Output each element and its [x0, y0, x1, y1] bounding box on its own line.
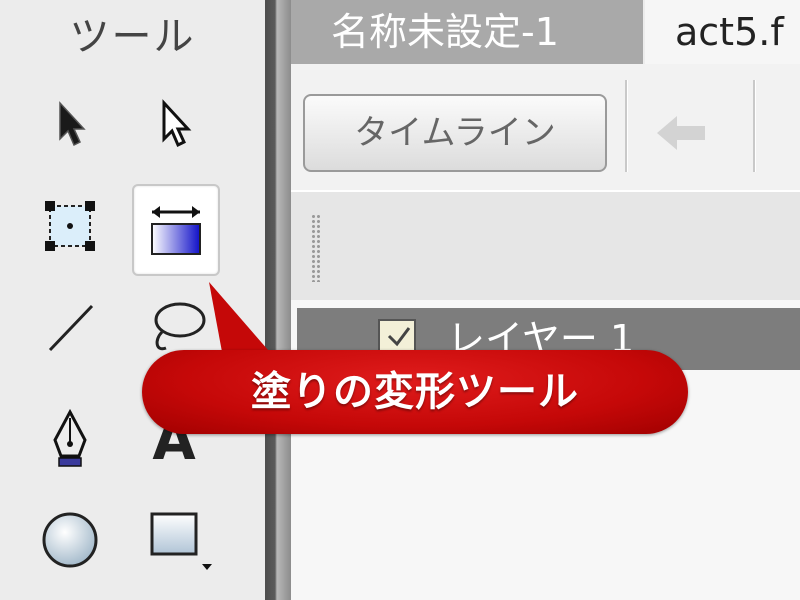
layer-list: レイヤー 1: [291, 300, 800, 600]
tool-callout: 塗りの変形ツール: [142, 350, 688, 434]
line-tool[interactable]: [34, 292, 106, 364]
callout-text: 塗りの変形ツール: [251, 369, 579, 415]
tools-panel-title: ツール: [69, 14, 196, 60]
selection-tool[interactable]: [34, 88, 106, 160]
document-tab-bar: 名称未設定-1 act5.f: [291, 0, 800, 64]
back-arrow-icon: [657, 116, 705, 150]
timeline-button[interactable]: タイムライン: [303, 94, 607, 172]
pen-icon: [53, 408, 87, 467]
subselection-arrow-icon: [162, 99, 192, 148]
edit-bar: タイムライン: [291, 64, 800, 190]
document-tab-act5[interactable]: act5.f: [645, 0, 800, 64]
back-button[interactable]: [651, 108, 711, 158]
line-icon: [48, 304, 94, 352]
timeline-grip-handle[interactable]: [311, 214, 321, 282]
document-area: 名称未設定-1 act5.f タイムライン レイヤー 1: [291, 0, 800, 600]
toolbar-divider: [625, 80, 628, 172]
selection-arrow-icon: [59, 101, 86, 147]
rectangle-tool[interactable]: [140, 504, 212, 576]
rectangle-tool-dropdown-icon[interactable]: [202, 564, 212, 570]
fill-transform-icon: [151, 206, 201, 255]
free-transform-tool[interactable]: [34, 190, 106, 262]
pen-tool[interactable]: [34, 404, 106, 476]
toolbar-divider: [753, 80, 756, 172]
document-tab-untitled[interactable]: 名称未設定-1: [291, 0, 643, 64]
oval-tool[interactable]: [34, 504, 106, 576]
subselection-tool[interactable]: [138, 88, 210, 160]
free-transform-icon: [45, 201, 95, 251]
rectangle-icon: [150, 512, 212, 570]
oval-icon: [42, 512, 98, 568]
timeline-panel: [291, 190, 800, 302]
fill-transform-tool[interactable]: [132, 184, 220, 276]
